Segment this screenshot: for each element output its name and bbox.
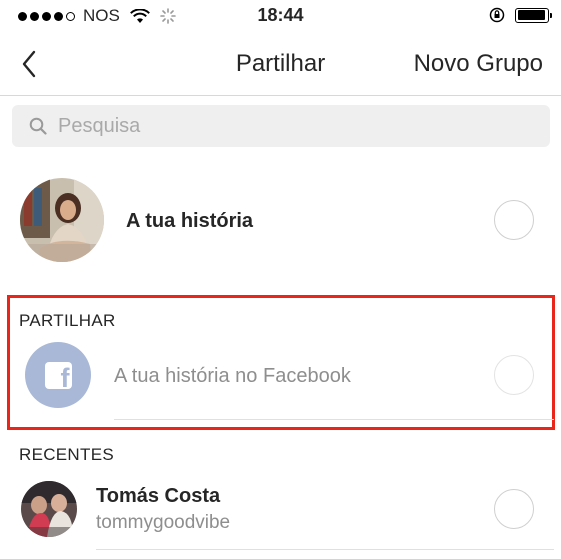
- search-icon: [28, 116, 48, 136]
- orientation-lock-icon: [489, 7, 505, 23]
- facebook-story-row[interactable]: f A tua história no Facebook: [0, 340, 561, 420]
- recents-section-header: RECENTES: [19, 445, 114, 464]
- contact-avatar: [21, 481, 77, 537]
- navigation-bar: Partilhar Novo Grupo: [0, 32, 561, 96]
- story-avatar: [20, 178, 104, 262]
- contact-username: tommygoodvibe: [96, 512, 231, 533]
- facebook-story-radio[interactable]: [494, 355, 534, 395]
- divider: [96, 549, 554, 550]
- divider: [114, 419, 554, 420]
- status-right: [489, 7, 552, 23]
- contact-radio[interactable]: [494, 489, 534, 529]
- your-story-label: A tua história: [126, 210, 254, 232]
- new-group-button[interactable]: Novo Grupo: [414, 50, 543, 78]
- search-bar[interactable]: [12, 105, 550, 147]
- status-time: 18:44: [257, 5, 304, 25]
- facebook-avatar: f: [25, 342, 91, 408]
- facebook-icon: f: [44, 361, 72, 389]
- your-story-row[interactable]: A tua história: [0, 172, 561, 272]
- your-story-radio[interactable]: [494, 200, 534, 240]
- share-section-header: PARTILHAR: [19, 311, 116, 330]
- search-input[interactable]: [58, 114, 498, 138]
- battery-icon: [515, 7, 552, 23]
- contact-name: Tomás Costa: [96, 485, 221, 507]
- recent-contact-row[interactable]: Tomás Costa tommygoodvibe: [0, 478, 561, 550]
- status-bar: NOS 18:44: [0, 0, 561, 32]
- facebook-story-label: A tua história no Facebook: [114, 365, 351, 387]
